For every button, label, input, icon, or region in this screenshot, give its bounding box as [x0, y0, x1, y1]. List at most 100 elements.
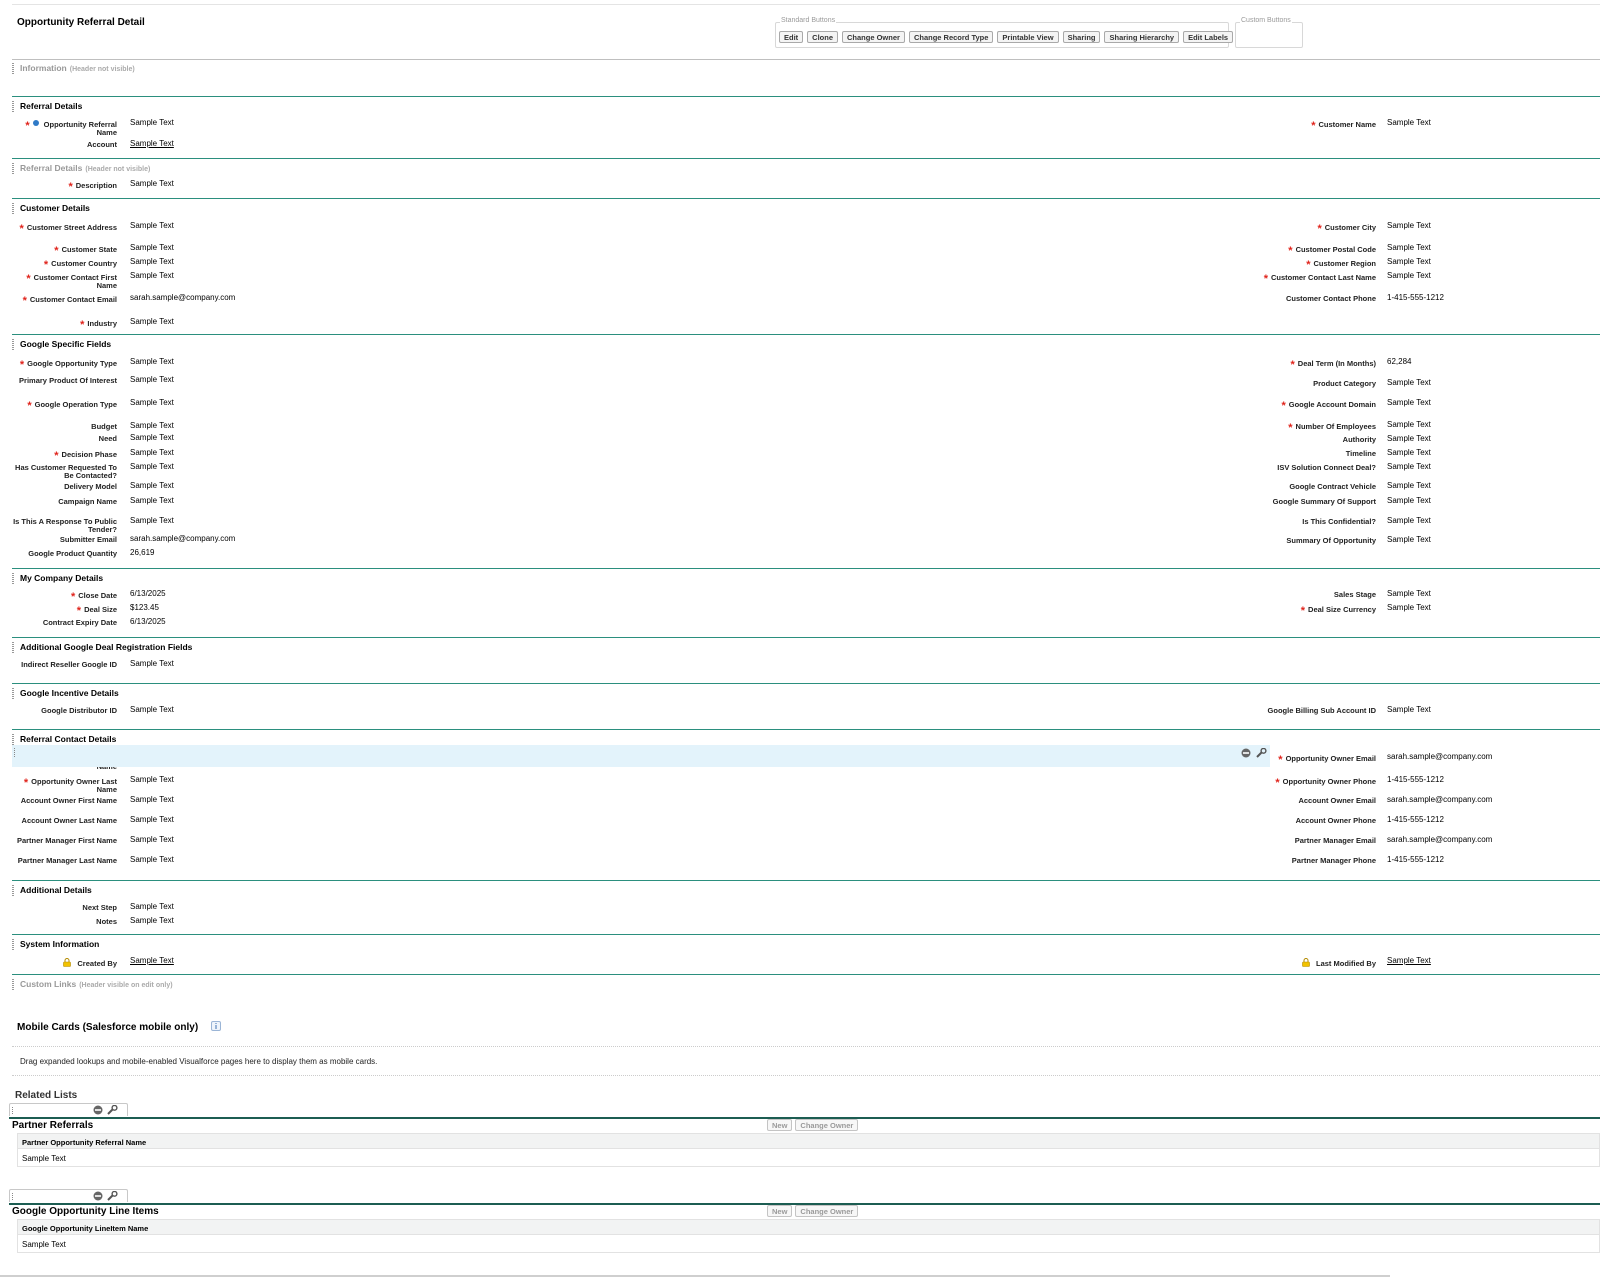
- section-header-customer-details[interactable]: Customer Details: [12, 202, 1600, 215]
- required-icon: *: [1263, 273, 1268, 285]
- section-header-information[interactable]: Information (Header not visible): [12, 62, 1600, 75]
- sharing-button[interactable]: Sharing: [1062, 31, 1101, 43]
- field-label-text: Opportunity Owner Email: [1285, 754, 1376, 763]
- printable-view-button[interactable]: Printable View: [997, 31, 1059, 43]
- drag-handle-icon[interactable]: [12, 63, 14, 74]
- section-header-custom-links[interactable]: Custom Links (Header visible on edit only…: [12, 978, 1600, 991]
- selected-field-highlight[interactable]: [12, 745, 1270, 767]
- drag-handle-icon[interactable]: [12, 688, 14, 699]
- field-customer-name[interactable]: * Customer Name Sample Text: [0, 118, 1600, 138]
- drag-handle-icon[interactable]: [12, 979, 14, 990]
- field-label: Summary Of Opportunity: [1232, 537, 1376, 545]
- field-customer-contact-phone[interactable]: Customer Contact Phone 1-415-555-1212: [0, 293, 1600, 313]
- field-label-text: Customer Contact Phone: [1285, 294, 1376, 303]
- field-partner-manager-phone[interactable]: Partner Manager Phone 1-415-555-1212: [0, 855, 1600, 875]
- field-indirect-reseller-google-id[interactable]: Indirect Reseller Google ID Sample Text: [0, 659, 1600, 679]
- field-account[interactable]: Account Sample Text: [0, 139, 1600, 159]
- section-header-google-specific-fields[interactable]: Google Specific Fields: [12, 338, 1600, 351]
- required-icon: *: [1306, 259, 1311, 271]
- field-value[interactable]: Sample Text: [1387, 956, 1431, 965]
- field-value[interactable]: Sample Text: [130, 139, 174, 148]
- section-title: Custom Links (Header visible on edit only…: [20, 979, 173, 989]
- field-deal-size-currency[interactable]: * Deal Size Currency Sample Text: [0, 603, 1600, 623]
- section-divider: [12, 934, 1600, 935]
- drag-handle-icon[interactable]: [12, 573, 14, 584]
- change-record-type-button[interactable]: Change Record Type: [908, 31, 994, 43]
- change-owner-button[interactable]: Change Owner: [842, 31, 905, 43]
- section-header-additional-google-deal-registration-fields[interactable]: Additional Google Deal Registration Fiel…: [12, 641, 1600, 654]
- section-note: (Header visible on edit only): [79, 982, 173, 989]
- drag-handle-icon[interactable]: [12, 939, 14, 950]
- field-value: Sample Text: [1387, 496, 1431, 505]
- drag-handle-icon[interactable]: [14, 748, 16, 757]
- section-title: System Information: [20, 939, 99, 949]
- remove-icon[interactable]: [1241, 748, 1251, 758]
- section-divider: [12, 334, 1600, 335]
- section-header-system-information[interactable]: System Information: [12, 938, 1600, 951]
- change-owner-button[interactable]: Change Owner: [795, 1205, 859, 1217]
- remove-icon[interactable]: [93, 1191, 103, 1201]
- section-header-my-company-details[interactable]: My Company Details: [12, 572, 1600, 585]
- field-label: * Customer Region: [1232, 259, 1376, 271]
- section-header-google-incentive-details[interactable]: Google Incentive Details: [12, 687, 1600, 700]
- drag-handle-icon[interactable]: [12, 734, 14, 745]
- field-deal-term-in-months[interactable]: * Deal Term (In Months) 62,284: [0, 357, 1600, 377]
- new-button[interactable]: New: [767, 1119, 793, 1131]
- wrench-icon[interactable]: [1256, 748, 1267, 758]
- field-customer-city[interactable]: * Customer City Sample Text: [0, 221, 1600, 241]
- section-header-referral-details[interactable]: Referral Details: [12, 100, 1600, 113]
- field-account-owner-phone[interactable]: Account Owner Phone 1-415-555-1212: [0, 815, 1600, 835]
- drag-handle-icon[interactable]: [12, 1193, 14, 1200]
- field-product-category[interactable]: Product Category Sample Text: [0, 378, 1600, 398]
- field-value: Sample Text: [1387, 118, 1431, 127]
- sharing-hierarchy-button[interactable]: Sharing Hierarchy: [1104, 31, 1180, 43]
- field-summary-of-opportunity[interactable]: Summary Of Opportunity Sample Text: [0, 535, 1600, 555]
- field-last-modified-by[interactable]: Last Modified By Sample Text: [0, 956, 1600, 976]
- related-list-table: Google Opportunity LineItem Name Sample T…: [17, 1219, 1600, 1253]
- wrench-icon[interactable]: [107, 1191, 118, 1201]
- drag-handle-icon[interactable]: [12, 163, 14, 174]
- section-header-referral-details[interactable]: Referral Details (Header not visible): [12, 162, 1600, 175]
- bottom-scrollbar[interactable]: [0, 1275, 1390, 1277]
- new-button[interactable]: New: [767, 1205, 793, 1217]
- drag-handle-icon[interactable]: [12, 101, 14, 112]
- field-notes[interactable]: Notes Sample Text: [0, 916, 1600, 936]
- remove-icon[interactable]: [93, 1105, 103, 1115]
- field-account-owner-email[interactable]: Account Owner Email sarah.sample@company.…: [0, 795, 1600, 815]
- field-value: Sample Text: [1387, 589, 1431, 598]
- related-list-tab[interactable]: [9, 1189, 128, 1202]
- drag-handle-icon[interactable]: [12, 885, 14, 896]
- table-row: Sample Text: [22, 1240, 66, 1249]
- field-value: Sample Text: [1387, 221, 1431, 230]
- related-list-tab[interactable]: [9, 1103, 128, 1116]
- field-label: * Description: [8, 181, 117, 193]
- field-google-billing-sub-account-id[interactable]: Google Billing Sub Account ID Sample Text: [0, 705, 1600, 725]
- wrench-icon[interactable]: [107, 1105, 118, 1115]
- clone-button[interactable]: Clone: [807, 31, 839, 43]
- drag-handle-icon[interactable]: [12, 203, 14, 214]
- field-google-summary-of-support[interactable]: Google Summary Of Support Sample Text: [0, 496, 1600, 516]
- info-icon[interactable]: [211, 1021, 221, 1031]
- mobile-cards-dropzone[interactable]: Drag expanded lookups and mobile-enabled…: [12, 1046, 1600, 1076]
- field-opportunity-owner-phone[interactable]: * Opportunity Owner Phone 1-415-555-1212: [0, 775, 1600, 795]
- field-isv-solution-connect-deal[interactable]: ISV Solution Connect Deal? Sample Text: [0, 462, 1600, 482]
- field-google-account-domain[interactable]: * Google Account Domain Sample Text: [0, 398, 1600, 418]
- field-label: Partner Manager Email: [1232, 837, 1376, 845]
- edit-button[interactable]: Edit: [779, 31, 804, 43]
- field-customer-contact-last-name[interactable]: * Customer Contact Last Name Sample Text: [0, 271, 1600, 291]
- field-label-text: Deal Term (In Months): [1297, 359, 1376, 368]
- drag-handle-icon[interactable]: [12, 339, 14, 350]
- field-description[interactable]: * Description Sample Text: [0, 179, 1600, 199]
- field-label-text: Timeline: [1345, 449, 1376, 458]
- field-label-text: Product Category: [1313, 379, 1376, 388]
- section-header-additional-details[interactable]: Additional Details: [12, 884, 1600, 897]
- change-owner-button[interactable]: Change Owner: [795, 1119, 859, 1131]
- drag-handle-icon[interactable]: [12, 642, 14, 653]
- field-value: Sample Text: [130, 179, 174, 188]
- drag-handle-icon[interactable]: [12, 1107, 14, 1114]
- standard-buttons-row: Edit Clone Change Owner Change Record Type P…: [779, 31, 1234, 43]
- field-partner-manager-email[interactable]: Partner Manager Email sarah.sample@compan…: [0, 835, 1600, 855]
- field-is-this-confidential[interactable]: Is This Confidential? Sample Text: [0, 516, 1600, 536]
- field-label-text: Account: [87, 140, 117, 149]
- edit-labels-button[interactable]: Edit Labels: [1183, 31, 1234, 43]
